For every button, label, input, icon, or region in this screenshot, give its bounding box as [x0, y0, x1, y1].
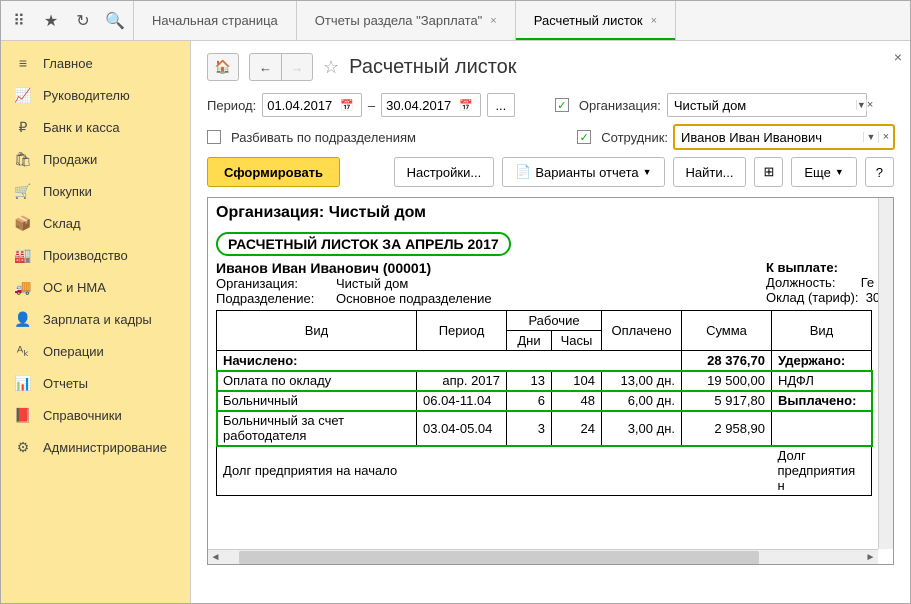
menu-icon: ≡	[15, 55, 31, 71]
box-icon: 📦	[15, 215, 31, 231]
close-icon[interactable]: ×	[490, 15, 496, 27]
chart-icon: 📈	[15, 87, 31, 103]
history-icon[interactable]: ↻	[73, 11, 93, 31]
scroll-left-icon[interactable]: ◄	[208, 552, 223, 563]
settings-button[interactable]: Настройки...	[394, 157, 495, 187]
person-icon: 👤	[15, 311, 31, 327]
tab-reports[interactable]: Отчеты раздела "Зарплата"×	[297, 1, 516, 40]
nav-purchases[interactable]: 🛒Покупки	[1, 175, 190, 207]
calendar-icon[interactable]: 📅	[337, 99, 357, 112]
nav-salary[interactable]: 👤Зарплата и кадры	[1, 303, 190, 335]
bag-icon: 🛍	[15, 151, 31, 167]
chevron-down-icon: ▼	[643, 167, 652, 177]
nav-admin[interactable]: ⚙Администрирование	[1, 431, 190, 463]
back-button[interactable]: ←	[249, 53, 281, 81]
clear-icon[interactable]: ×	[866, 99, 873, 111]
calendar-icon[interactable]: 📅	[456, 99, 476, 112]
nav-sales[interactable]: 🛍Продажи	[1, 143, 190, 175]
cart-icon: 🛒	[15, 183, 31, 199]
table-icon: ⊞	[763, 164, 774, 180]
employee-name: Иванов Иван Иванович (00001)	[216, 260, 756, 276]
scrollbar-vertical[interactable]	[878, 198, 893, 549]
variants-button[interactable]: 📄Варианты отчета▼	[502, 157, 664, 187]
book-icon: 📕	[15, 407, 31, 423]
date-to-input[interactable]: 📅	[381, 93, 481, 117]
to-pay-label: К выплате:	[766, 260, 880, 275]
emp-combo[interactable]: ▼ ×	[674, 125, 894, 149]
forward-button[interactable]: →	[281, 53, 313, 81]
search-icon[interactable]: 🔍	[105, 11, 125, 31]
org-combo[interactable]: ▼ ×	[667, 93, 867, 117]
nav-refs[interactable]: 📕Справочники	[1, 399, 190, 431]
truck-icon: 🚚	[15, 279, 31, 295]
ops-icon: ᴬₖ	[15, 343, 31, 359]
close-icon[interactable]: ×	[651, 15, 657, 27]
page-title: Расчетный листок	[349, 56, 516, 79]
tab-payslip[interactable]: Расчетный листок×	[516, 1, 676, 40]
chevron-down-icon[interactable]: ▼	[863, 132, 878, 142]
clear-icon[interactable]: ×	[878, 131, 893, 143]
favorite-icon[interactable]: ☆	[323, 57, 339, 78]
nav-manager[interactable]: 📈Руководителю	[1, 79, 190, 111]
report-icon: 📊	[15, 375, 31, 391]
emp-checkbox[interactable]	[577, 130, 591, 144]
slip-title: РАСЧЕТНЫЙ ЛИСТОК ЗА АПРЕЛЬ 2017	[216, 232, 511, 256]
find-button[interactable]: Найти...	[673, 157, 747, 187]
chevron-down-icon: ▼	[835, 167, 844, 177]
more-button[interactable]: Еще▼	[791, 157, 856, 187]
help-button[interactable]: ?	[865, 157, 894, 187]
report-area: Организация: Чистый дом РАСЧЕТНЫЙ ЛИСТОК…	[207, 197, 894, 565]
report-org-title: Организация: Чистый дом	[216, 204, 894, 222]
home-button[interactable]: 🏠	[207, 53, 239, 81]
doc-icon: 📄	[515, 164, 531, 180]
table-button[interactable]: ⊞	[754, 157, 783, 187]
nav-main[interactable]: ≡Главное	[1, 47, 190, 79]
org-checkbox[interactable]	[555, 98, 569, 112]
nav-production[interactable]: 🏭Производство	[1, 239, 190, 271]
payslip-table: Вид Период Рабочие Оплачено Сумма Вид Дн…	[216, 310, 872, 496]
scrollbar-horizontal[interactable]: ◄ ►	[208, 549, 878, 564]
split-checkbox[interactable]	[207, 130, 221, 144]
date-from-input[interactable]: 📅	[262, 93, 362, 117]
period-label: Период:	[207, 98, 256, 113]
factory-icon: 🏭	[15, 247, 31, 263]
scroll-right-icon[interactable]: ►	[863, 552, 878, 563]
ruble-icon: ₽	[15, 119, 31, 135]
tab-home[interactable]: Начальная страница	[134, 1, 297, 40]
gear-icon: ⚙	[15, 439, 31, 455]
chevron-down-icon[interactable]: ▼	[856, 100, 866, 110]
close-page-icon[interactable]: ×	[894, 49, 902, 65]
org-label: Организация:	[579, 98, 661, 113]
form-button[interactable]: Сформировать	[207, 157, 340, 187]
apps-icon[interactable]: ⠿	[9, 11, 29, 31]
period-picker-button[interactable]: ...	[487, 93, 515, 117]
sidebar: ≡Главное 📈Руководителю ₽Банк и касса 🛍Пр…	[1, 41, 191, 603]
emp-label: Сотрудник:	[601, 130, 668, 145]
star-icon[interactable]: ★	[41, 11, 61, 31]
split-label: Разбивать по подразделениям	[231, 130, 416, 145]
nav-reports[interactable]: 📊Отчеты	[1, 367, 190, 399]
nav-operations[interactable]: ᴬₖОперации	[1, 335, 190, 367]
nav-bank[interactable]: ₽Банк и касса	[1, 111, 190, 143]
scroll-thumb[interactable]	[239, 551, 759, 564]
nav-stock[interactable]: 📦Склад	[1, 207, 190, 239]
nav-assets[interactable]: 🚚ОС и НМА	[1, 271, 190, 303]
